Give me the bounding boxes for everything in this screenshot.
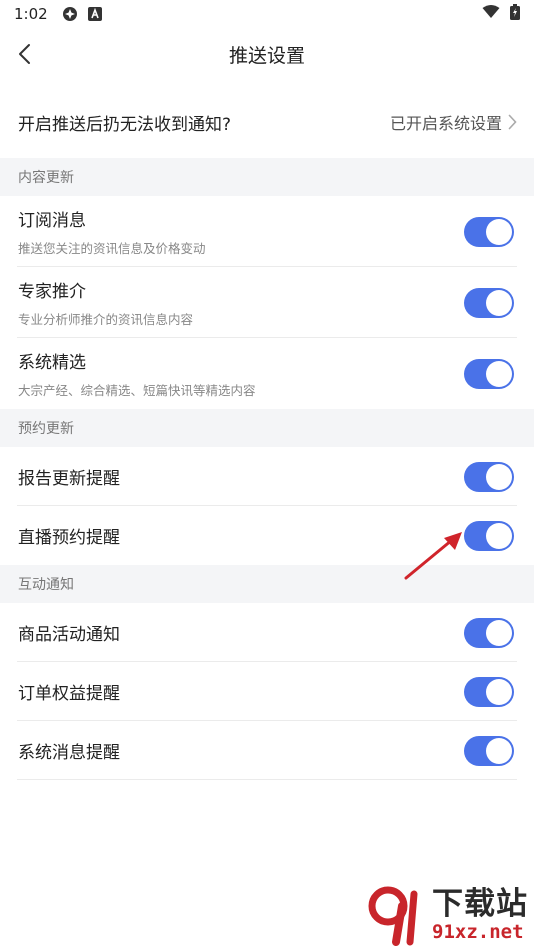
toggle-knob bbox=[486, 218, 512, 245]
setting-label: 系统精选 bbox=[18, 353, 86, 373]
status-bar: 1:02 bbox=[0, 0, 534, 28]
setting-description: 推送您关注的资讯信息及价格变动 bbox=[18, 241, 206, 256]
push-help-question: 开启推送后扔无法收到通知? bbox=[18, 114, 232, 135]
app-notification-icon bbox=[62, 6, 78, 22]
setting-label: 订单权益提醒 bbox=[18, 684, 120, 704]
chevron-left-icon bbox=[19, 44, 30, 64]
setting-label: 商品活动通知 bbox=[18, 625, 120, 645]
status-right bbox=[472, 4, 520, 24]
section-header-content-update: 内容更新 bbox=[0, 158, 534, 196]
system-settings-link[interactable]: 已开启系统设置 bbox=[390, 110, 517, 134]
navigation-bar: 推送设置 bbox=[0, 28, 534, 80]
watermark-title: 下载站 bbox=[432, 886, 528, 922]
setting-row-product-activity: 商品活动通知 bbox=[0, 603, 534, 662]
toggle-product-activity[interactable] bbox=[464, 617, 514, 648]
system-settings-status: 已开启系统设置 bbox=[389, 114, 502, 133]
status-time: 1:02 bbox=[14, 5, 48, 23]
a-notification-icon bbox=[87, 7, 102, 21]
section-header-interaction: 互动通知 bbox=[0, 565, 534, 603]
setting-row-expert: 专家推介 专业分析师推介的资讯信息内容 bbox=[0, 267, 534, 338]
toggle-report-update[interactable] bbox=[464, 461, 514, 492]
setting-description: 大宗产经、综合精选、短篇快讯等精选内容 bbox=[18, 383, 256, 398]
wifi-icon bbox=[482, 5, 500, 23]
toggle-knob bbox=[486, 737, 512, 764]
toggle-subscription[interactable] bbox=[464, 216, 514, 247]
watermark: 下载站 91xz.net bbox=[366, 884, 528, 946]
watermark-url: 91xz.net bbox=[432, 921, 524, 943]
toggle-knob bbox=[486, 360, 512, 387]
setting-label: 直播预约提醒 bbox=[18, 528, 120, 548]
setting-row-live-reservation: 直播预约提醒 bbox=[0, 506, 534, 565]
setting-description: 专业分析师推介的资讯信息内容 bbox=[18, 312, 194, 327]
watermark-logo-icon bbox=[368, 886, 418, 946]
setting-row-selection: 系统精选 大宗产经、综合精选、短篇快讯等精选内容 bbox=[0, 338, 534, 409]
toggle-knob bbox=[486, 619, 512, 646]
toggle-expert[interactable] bbox=[464, 287, 514, 318]
chevron-right-icon bbox=[508, 114, 517, 130]
toggle-knob bbox=[486, 678, 512, 705]
back-button[interactable] bbox=[6, 36, 42, 72]
setting-row-report-update: 报告更新提醒 bbox=[0, 447, 534, 506]
toggle-order-benefits[interactable] bbox=[464, 676, 514, 707]
toggle-knob bbox=[486, 522, 512, 549]
toggle-knob bbox=[486, 289, 512, 316]
toggle-selection[interactable] bbox=[464, 358, 514, 389]
setting-label: 报告更新提醒 bbox=[18, 469, 120, 489]
setting-row-system-message: 系统消息提醒 bbox=[0, 721, 534, 780]
setting-label: 系统消息提醒 bbox=[18, 743, 120, 763]
toggle-live-reservation[interactable] bbox=[464, 520, 514, 551]
page-title: 推送设置 bbox=[228, 44, 305, 67]
toggle-system-message[interactable] bbox=[464, 735, 514, 766]
setting-row-order-benefits: 订单权益提醒 bbox=[0, 662, 534, 721]
setting-row-subscription: 订阅消息 推送您关注的资讯信息及价格变动 bbox=[0, 196, 534, 267]
push-help-row[interactable]: 开启推送后扔无法收到通知? 已开启系统设置 bbox=[0, 86, 534, 158]
battery-icon bbox=[510, 4, 520, 24]
setting-label: 专家推介 bbox=[18, 282, 86, 302]
setting-label: 订阅消息 bbox=[18, 211, 86, 231]
section-header-reservation-update: 预约更新 bbox=[0, 409, 534, 447]
toggle-knob bbox=[486, 463, 512, 490]
